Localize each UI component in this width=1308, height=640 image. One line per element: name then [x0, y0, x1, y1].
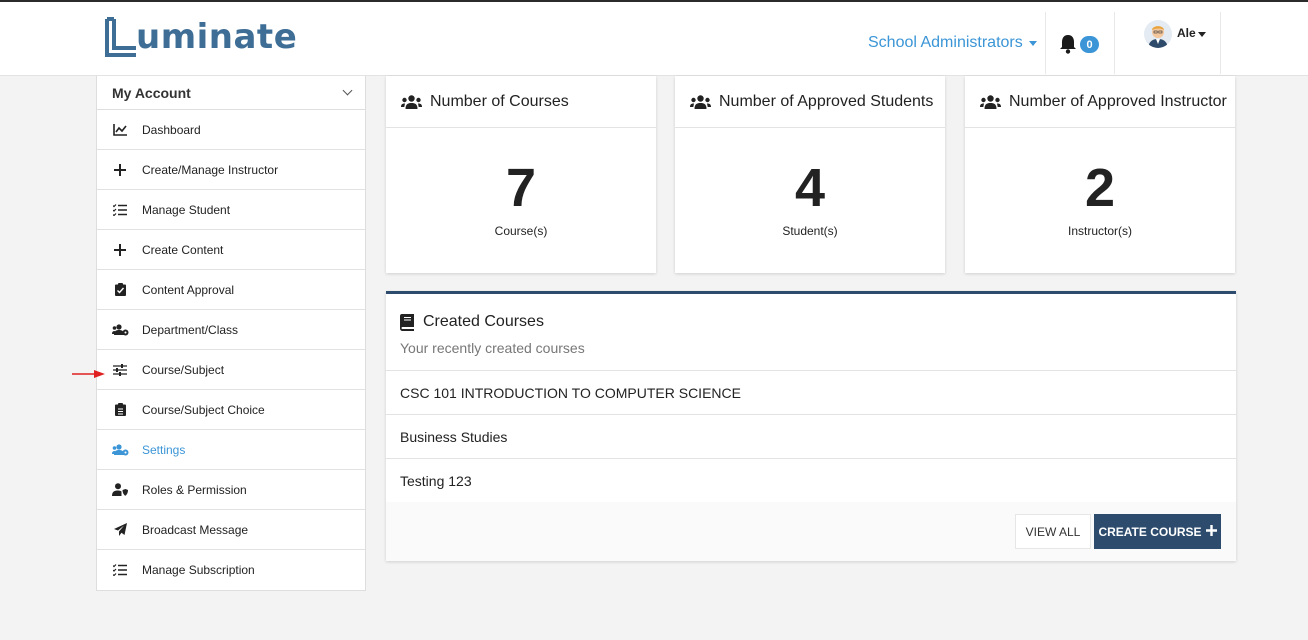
- sidebar-title: My Account: [112, 84, 191, 101]
- sidebar-item-label: Create Content: [142, 242, 224, 257]
- header-divider: [1220, 12, 1221, 74]
- list-item[interactable]: Testing 123: [386, 459, 1236, 503]
- logo[interactable]: uminate: [104, 14, 297, 60]
- avatar: [1144, 20, 1172, 48]
- sidebar-item-manage-subscription[interactable]: Manage Subscription: [97, 550, 365, 590]
- clipboard-check-icon: [111, 283, 129, 297]
- logo-text: uminate: [136, 17, 298, 57]
- stat-card-title: Number of Courses: [430, 92, 569, 110]
- top-navbar: uminate School Administrators 0 Ale: [0, 0, 1308, 76]
- panel-title-text: Created Courses: [423, 313, 544, 330]
- sidebar-item-department-class[interactable]: Department/Class: [97, 310, 365, 350]
- stat-card-students: Number of Approved Students 4 Student(s): [675, 76, 945, 273]
- stat-card-header: Number of Approved Students: [675, 76, 945, 128]
- clipboard-list-icon: [111, 403, 129, 417]
- role-label: School Administrators: [868, 34, 1023, 51]
- chevron-down-icon: [342, 85, 353, 96]
- list-item[interactable]: CSC 101 INTRODUCTION TO COMPUTER SCIENCE: [386, 371, 1236, 415]
- top-border: [0, 0, 1308, 2]
- stat-card-unit: Instructor(s): [1067, 224, 1132, 238]
- sidebar-item-content-approval[interactable]: Content Approval: [97, 270, 365, 310]
- plus-icon: [111, 243, 129, 257]
- stat-card-title: Number of Approved Students: [719, 92, 934, 110]
- sidebar-item-settings[interactable]: Settings: [97, 430, 365, 470]
- stat-card-header: Number of Courses: [386, 76, 656, 128]
- stat-card-courses: Number of Courses 7 Course(s): [386, 76, 656, 273]
- role-dropdown[interactable]: School Administrators: [868, 34, 1037, 52]
- sidebar-item-create-content[interactable]: Create Content: [97, 230, 365, 270]
- users-icon: [401, 94, 422, 109]
- sidebar-item-dashboard[interactable]: Dashboard: [97, 110, 365, 150]
- sidebar-item-label: Broadcast Message: [142, 522, 249, 537]
- header-divider: [1045, 12, 1046, 74]
- users-cog-icon: [111, 443, 129, 457]
- logo-mark-icon: [104, 17, 138, 57]
- list-item[interactable]: Business Studies: [386, 415, 1236, 459]
- user-shield-icon: [111, 483, 129, 497]
- chart-line-icon: [111, 123, 129, 137]
- tasks-icon: [111, 563, 129, 577]
- user-name: Ale: [1177, 26, 1196, 40]
- stat-card-title: Number of Approved Instructor: [1009, 92, 1227, 110]
- notification-badge: 0: [1080, 36, 1099, 53]
- users-icon: [690, 94, 711, 109]
- sidebar-item-label: Dashboard: [142, 122, 201, 137]
- stat-card-instructors: Number of Approved Instructor 2 Instruct…: [965, 76, 1235, 273]
- create-course-label: CREATE COURSE: [1098, 524, 1202, 539]
- sidebar-item-label: Content Approval: [142, 282, 235, 297]
- sliders-icon: [111, 363, 129, 377]
- stat-card-unit: Student(s): [782, 224, 838, 238]
- sidebar-item-label: Course/Subject: [142, 362, 225, 377]
- sidebar: My Account Dashboard Create/Manage Instr…: [96, 76, 366, 591]
- create-course-button[interactable]: CREATE COURSE: [1094, 514, 1221, 549]
- user-menu[interactable]: Ale: [1144, 20, 1206, 48]
- created-courses-panel: Created Courses Your recently created co…: [386, 291, 1236, 561]
- annotation-arrow-icon: [72, 366, 106, 378]
- sidebar-item-label: Manage Student: [142, 202, 231, 217]
- caret-down-icon: [1028, 40, 1037, 46]
- sidebar-item-label: Manage Subscription: [142, 563, 255, 577]
- bell-icon[interactable]: [1059, 34, 1077, 54]
- sidebar-item-label: Department/Class: [142, 322, 239, 337]
- sidebar-item-course-subject[interactable]: Course/Subject: [97, 350, 365, 390]
- plus-icon: [1205, 524, 1217, 539]
- panel-subtitle: Your recently created courses: [400, 340, 585, 356]
- stat-card-value: 7: [505, 158, 537, 218]
- sidebar-item-manage-student[interactable]: Manage Student: [97, 190, 365, 230]
- sidebar-item-broadcast-message[interactable]: Broadcast Message: [97, 510, 365, 550]
- stat-card-unit: Course(s): [494, 224, 548, 238]
- sidebar-item-roles-permission[interactable]: Roles & Permission: [97, 470, 365, 510]
- stat-card-value: 2: [1084, 158, 1116, 218]
- header-divider: [1114, 12, 1115, 74]
- sidebar-item-label: Create/Manage Instructor: [142, 162, 279, 177]
- course-list: CSC 101 INTRODUCTION TO COMPUTER SCIENCE…: [386, 370, 1236, 503]
- sidebar-item-course-subject-choice[interactable]: Course/Subject Choice: [97, 390, 365, 430]
- panel-footer: VIEW ALL CREATE COURSE: [386, 502, 1236, 561]
- sidebar-item-label: Roles & Permission: [142, 482, 247, 497]
- view-all-button[interactable]: VIEW ALL: [1015, 514, 1091, 549]
- sidebar-item-label: Course/Subject Choice: [142, 402, 265, 417]
- sidebar-item-create-manage-instructor[interactable]: Create/Manage Instructor: [97, 150, 365, 190]
- users-cog-icon: [111, 323, 129, 337]
- sidebar-item-label: Settings: [142, 442, 186, 457]
- caret-down-icon: [1197, 31, 1206, 37]
- stat-card-value: 4: [794, 158, 826, 218]
- plus-icon: [111, 163, 129, 177]
- panel-title: Created Courses: [400, 313, 544, 331]
- stat-card-header: Number of Approved Instructor: [965, 76, 1235, 128]
- book-icon: [400, 313, 414, 331]
- sidebar-header-my-account[interactable]: My Account: [97, 76, 365, 110]
- users-icon: [980, 94, 1001, 109]
- paper-plane-icon: [111, 523, 129, 537]
- tasks-icon: [111, 203, 129, 217]
